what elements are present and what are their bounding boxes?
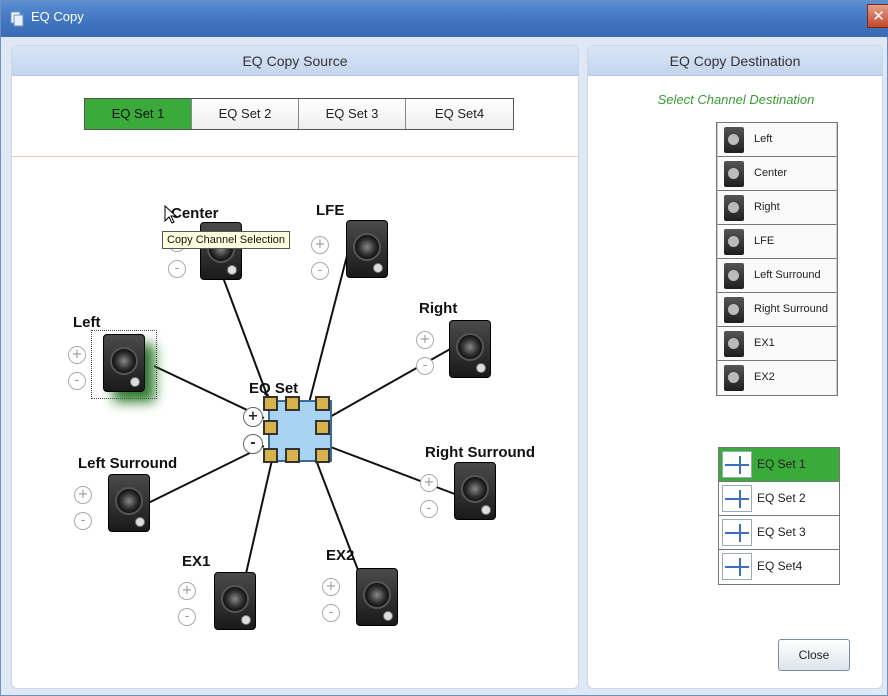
speaker-icon — [724, 161, 744, 187]
eq-terminal — [315, 420, 330, 435]
dest-channel-right-surround[interactable]: Right Surround — [717, 293, 837, 327]
close-button[interactable]: Close — [778, 639, 850, 671]
label-right-surround: Right Surround — [425, 444, 535, 461]
tab-eq-set-3[interactable]: EQ Set 3 — [299, 99, 406, 129]
dest-channel-label: LFE — [754, 235, 775, 247]
dest-channel-ex1[interactable]: EX1 — [717, 327, 837, 361]
window-close-button[interactable]: ✕ — [867, 4, 888, 28]
label-left: Left — [73, 314, 101, 331]
source-panel-header: EQ Copy Source — [12, 46, 578, 76]
eq-set-label: EQ Set4 — [757, 559, 803, 573]
eq-set-tabs: EQ Set 1 EQ Set 2 EQ Set 3 EQ Set4 — [84, 98, 514, 130]
speaker-ex2[interactable] — [356, 568, 398, 626]
tab-eq-set-1[interactable]: EQ Set 1 — [85, 99, 192, 129]
source-panel: EQ Copy Source EQ Set 1 EQ Set 2 EQ Set … — [11, 45, 579, 689]
eq-set-label: EQ Set 3 — [757, 525, 806, 539]
lfe-plus-button[interactable]: + — [311, 236, 329, 254]
dest-channel-left-surround[interactable]: Left Surround — [717, 259, 837, 293]
speaker-icon — [724, 365, 744, 391]
dest-channel-label: EX1 — [754, 337, 775, 349]
ex2-plus-button[interactable]: + — [322, 578, 340, 596]
dest-eq-set-3[interactable]: EQ Set 3 — [719, 516, 839, 550]
dest-channel-label: Left Surround — [754, 269, 821, 281]
title-bar: EQ Copy ✕ — [1, 1, 888, 37]
eq-terminal — [285, 448, 300, 463]
channel-diagram: Center + - LFE + - Left + - Right + - EQ… — [12, 164, 578, 688]
label-lfe: LFE — [316, 202, 345, 219]
speaker-lfe[interactable] — [346, 220, 388, 278]
label-eq-set: EQ Set — [249, 380, 299, 397]
lfe-minus-button[interactable]: - — [311, 262, 329, 280]
eq-terminal — [263, 396, 278, 411]
window-title: EQ Copy — [31, 9, 84, 24]
dest-eq-set-4[interactable]: EQ Set4 — [719, 550, 839, 584]
eq-curve-icon — [722, 553, 752, 580]
speaker-right-surround[interactable] — [454, 462, 496, 520]
tabs-area: EQ Set 1 EQ Set 2 EQ Set 3 EQ Set4 — [12, 77, 578, 157]
label-ex1: EX1 — [182, 553, 211, 570]
dest-channel-center[interactable]: Center — [717, 157, 837, 191]
label-right: Right — [419, 300, 458, 317]
dest-eq-set-2[interactable]: EQ Set 2 — [719, 482, 839, 516]
dest-eq-set-1[interactable]: EQ Set 1 — [719, 448, 839, 482]
speaker-ex1[interactable] — [214, 572, 256, 630]
left-plus-button[interactable]: + — [68, 346, 86, 364]
channel-destination-list: Left Center Right LFE Left Surround Righ… — [716, 122, 838, 396]
ex2-minus-button[interactable]: - — [322, 604, 340, 622]
speaker-icon — [724, 297, 744, 323]
destination-panel: EQ Copy Destination Select Channel Desti… — [587, 45, 883, 689]
app-icon — [10, 11, 24, 27]
copy-channel-tooltip: Copy Channel Selection — [162, 231, 291, 249]
eq-curve-icon — [722, 451, 752, 478]
speaker-icon — [724, 229, 744, 255]
eq-terminal — [263, 420, 278, 435]
eq-set-plus-button[interactable]: + — [243, 407, 263, 427]
eq-set-destination-list: EQ Set 1 EQ Set 2 EQ Set 3 EQ Set4 — [718, 447, 840, 585]
eq-terminal — [263, 448, 278, 463]
dest-channel-label: Right Surround — [754, 303, 828, 315]
speaker-icon — [724, 331, 744, 357]
speaker-left[interactable] — [103, 334, 145, 392]
eq-set-label: EQ Set 1 — [757, 457, 806, 471]
dest-channel-label: EX2 — [754, 371, 775, 383]
dest-channel-left[interactable]: Left — [717, 123, 837, 157]
eq-set-minus-button[interactable]: - — [243, 434, 263, 454]
speaker-right[interactable] — [449, 320, 491, 378]
eq-curve-icon — [722, 485, 752, 512]
right-minus-button[interactable]: - — [416, 357, 434, 375]
eq-terminal — [315, 396, 330, 411]
center-minus-button[interactable]: - — [168, 260, 186, 278]
dest-channel-label: Left — [754, 133, 773, 145]
left-minus-button[interactable]: - — [68, 372, 86, 390]
label-ex2: EX2 — [326, 547, 355, 564]
right-surround-minus-button[interactable]: - — [420, 500, 438, 518]
right-surround-plus-button[interactable]: + — [420, 474, 438, 492]
left-surround-minus-button[interactable]: - — [74, 512, 92, 530]
dest-channel-right[interactable]: Right — [717, 191, 837, 225]
left-surround-plus-button[interactable]: + — [74, 486, 92, 504]
eq-set-label: EQ Set 2 — [757, 491, 806, 505]
eq-copy-window: EQ Copy ✕ EQ Copy Source EQ Set 1 EQ Set… — [0, 0, 888, 696]
destination-panel-header: EQ Copy Destination — [588, 46, 882, 76]
select-channel-subtitle: Select Channel Destination — [657, 92, 815, 107]
eq-terminal — [285, 396, 300, 411]
dest-channel-label: Center — [754, 167, 788, 179]
mouse-cursor-icon — [164, 205, 178, 224]
dest-channel-ex2[interactable]: EX2 — [717, 361, 837, 395]
dest-channel-label: Right — [754, 201, 780, 213]
tab-eq-set-4[interactable]: EQ Set4 — [406, 99, 513, 129]
right-plus-button[interactable]: + — [416, 331, 434, 349]
dest-channel-lfe[interactable]: LFE — [717, 225, 837, 259]
ex1-minus-button[interactable]: - — [178, 608, 196, 626]
ex1-plus-button[interactable]: + — [178, 582, 196, 600]
speaker-left-surround[interactable] — [108, 474, 150, 532]
speaker-icon — [724, 195, 744, 221]
eq-curve-icon — [722, 519, 752, 546]
line-right — [327, 347, 453, 419]
tab-eq-set-2[interactable]: EQ Set 2 — [192, 99, 299, 129]
speaker-icon — [724, 263, 744, 289]
eq-terminal — [315, 448, 330, 463]
speaker-icon — [724, 127, 744, 153]
label-left-surround: Left Surround — [78, 455, 178, 472]
